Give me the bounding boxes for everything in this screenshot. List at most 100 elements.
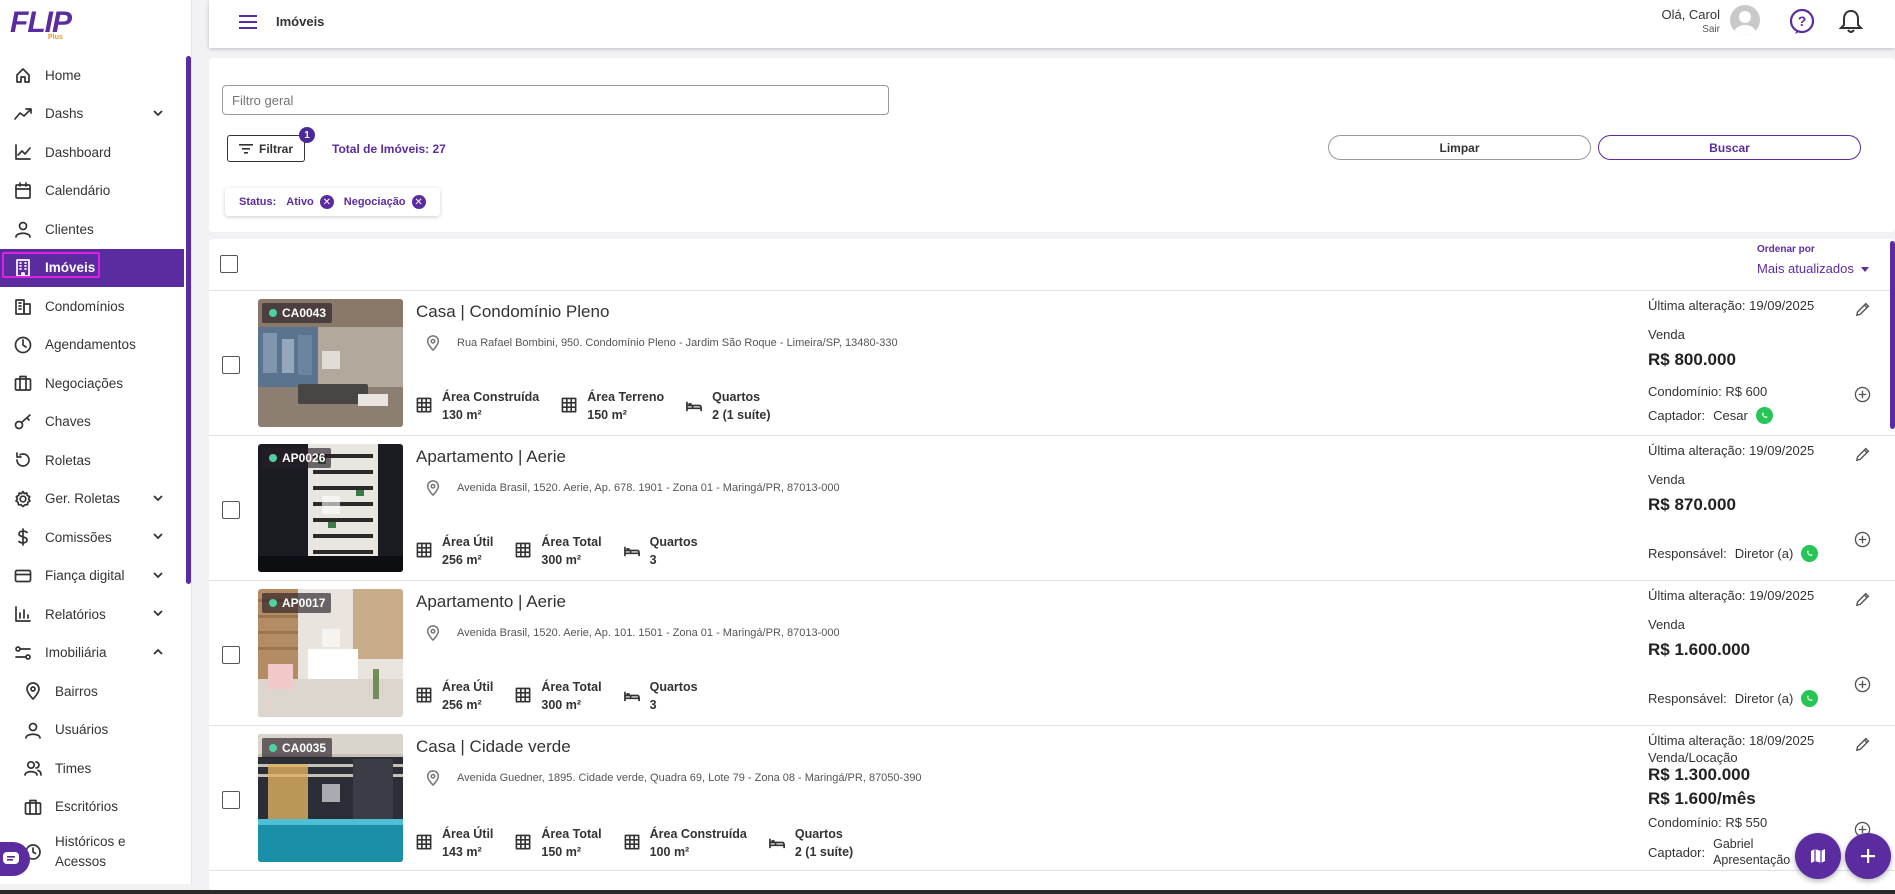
chevron-up-icon[interactable] bbox=[152, 646, 164, 658]
general-filter-input[interactable] bbox=[222, 85, 889, 115]
last-updated: Última alteração: 19/09/2025 bbox=[1648, 588, 1815, 603]
whatsapp-icon[interactable] bbox=[1755, 407, 1773, 424]
feature-item: Quartos 3 bbox=[623, 678, 698, 714]
hamburger-menu-icon[interactable] bbox=[239, 14, 257, 30]
map-view-button[interactable] bbox=[1795, 833, 1841, 879]
filter-button[interactable]: Filtrar bbox=[227, 135, 305, 162]
remove-chip-icon[interactable]: ✕ bbox=[411, 195, 426, 209]
sidebar-item-dashs[interactable]: Dashs bbox=[0, 95, 184, 134]
sidebar-item-comissoes[interactable]: Comissões bbox=[0, 518, 184, 557]
buildings-icon bbox=[15, 299, 31, 316]
sidebar-item-condominios[interactable]: Condomínios bbox=[0, 287, 184, 326]
active-filters: Status: Ativo ✕ Negociação ✕ bbox=[225, 188, 440, 216]
deal-type: Venda/Locação bbox=[1648, 750, 1738, 765]
property-photo[interactable]: CA0035 bbox=[258, 734, 403, 862]
row-checkbox[interactable] bbox=[222, 356, 240, 374]
feature-label: Área Total bbox=[541, 827, 602, 841]
sidebar-item-dashboard[interactable]: Dashboard bbox=[0, 133, 184, 172]
search-button[interactable]: Buscar bbox=[1598, 135, 1861, 160]
user-icon bbox=[24, 721, 42, 739]
clear-button[interactable]: Limpar bbox=[1328, 135, 1591, 160]
chart-line-icon bbox=[14, 143, 32, 161]
feature-item: Área Construída 100 m² bbox=[624, 825, 747, 861]
sidebar-item-label: Dashs bbox=[45, 106, 84, 122]
add-circle-icon[interactable] bbox=[1854, 531, 1871, 548]
property-row[interactable]: AP0017 Apartamento | Aerie Avenida Brasi… bbox=[209, 581, 1895, 726]
sidebar-item-home[interactable]: Home bbox=[0, 56, 184, 95]
edit-pencil-icon[interactable] bbox=[1854, 591, 1871, 608]
feature-label: Área Total bbox=[541, 680, 602, 694]
sidebar-item-usuarios[interactable]: Usuários bbox=[0, 711, 184, 750]
feature-item: Área Total 300 m² bbox=[515, 533, 602, 569]
property-photo[interactable]: CA0043 bbox=[258, 299, 403, 427]
agent-info: Captador: Cesar bbox=[1648, 407, 1868, 424]
add-circle-icon[interactable] bbox=[1854, 676, 1871, 693]
edit-pencil-icon[interactable] bbox=[1854, 446, 1871, 463]
property-title[interactable]: Casa | Condomínio Pleno bbox=[416, 302, 609, 322]
sidebar-item-escritorios[interactable]: Escritórios bbox=[0, 788, 184, 827]
select-all-checkbox[interactable] bbox=[220, 255, 238, 273]
sidebar-item-bairros[interactable]: Bairros bbox=[0, 672, 184, 711]
row-checkbox[interactable] bbox=[222, 501, 240, 519]
sidebar-item-label: Ger. Roletas bbox=[45, 491, 121, 507]
flip-logo[interactable]: FLIP Plus bbox=[10, 6, 72, 41]
sidebar-scrollbar[interactable] bbox=[186, 56, 191, 584]
chevron-down-icon[interactable] bbox=[152, 530, 164, 542]
property-title[interactable]: Casa | Cidade verde bbox=[416, 737, 571, 757]
feature-value: 150 m² bbox=[541, 845, 582, 859]
sidebar-item-label: Calendário bbox=[45, 183, 111, 199]
chevron-down-icon[interactable] bbox=[152, 569, 164, 581]
key-icon bbox=[14, 413, 31, 430]
remove-chip-icon[interactable]: ✕ bbox=[319, 195, 334, 209]
add-circle-icon[interactable] bbox=[1854, 386, 1871, 403]
chevron-down-icon[interactable] bbox=[152, 107, 164, 119]
property-title[interactable]: Apartamento | Aerie bbox=[416, 592, 566, 612]
sidebar-item-agendamentos[interactable]: Agendamentos bbox=[0, 326, 184, 365]
pin-icon bbox=[24, 682, 42, 701]
property-title[interactable]: Apartamento | Aerie bbox=[416, 447, 566, 467]
agent-label: Responsável: bbox=[1648, 691, 1727, 706]
clock-icon bbox=[14, 336, 32, 354]
sidebar-item-imobiliaria[interactable]: Imobiliária bbox=[0, 634, 184, 673]
whatsapp-icon[interactable] bbox=[1801, 545, 1819, 562]
property-row[interactable]: AP0026 Apartamento | Aerie Avenida Brasi… bbox=[209, 436, 1895, 581]
feature-item: Área Total 150 m² bbox=[515, 825, 602, 861]
sidebar-item-ger-roletas[interactable]: Ger. Roletas bbox=[0, 480, 184, 519]
sidebar-item-roletas[interactable]: Roletas bbox=[0, 441, 184, 480]
property-photo[interactable]: AP0017 bbox=[258, 589, 403, 717]
sidebar-item-negociacoes[interactable]: Negociações bbox=[0, 364, 184, 403]
sidebar-item-chaves[interactable]: Chaves bbox=[0, 403, 184, 442]
row-checkbox[interactable] bbox=[222, 791, 240, 809]
top-header: Imóveis Olá, Carol Sair ? bbox=[209, 0, 1895, 48]
status-dot bbox=[269, 309, 277, 317]
chevron-down-icon[interactable] bbox=[152, 492, 164, 504]
sliders-icon bbox=[15, 645, 31, 660]
order-select[interactable]: Mais atualizados bbox=[1757, 261, 1854, 276]
help-icon[interactable]: ? bbox=[1788, 8, 1816, 36]
sidebar-item-clientes[interactable]: Clientes bbox=[0, 210, 184, 249]
property-features: Área Útil 256 m² Área Total 300 m² Quartos… bbox=[416, 533, 698, 569]
sidebar-item-fianca-digital[interactable]: Fiança digital bbox=[0, 557, 184, 596]
sidebar-item-imoveis[interactable]: Imóveis bbox=[0, 248, 184, 287]
avatar[interactable] bbox=[1730, 5, 1760, 35]
property-row[interactable]: CA0035 Casa | Cidade verde Avenida Guedn… bbox=[209, 726, 1895, 871]
sidebar-item-label: Fiança digital bbox=[45, 568, 125, 584]
whatsapp-icon[interactable] bbox=[1801, 690, 1819, 707]
notification-bell-icon[interactable] bbox=[1838, 8, 1864, 34]
sidebar-item-calendario[interactable]: Calendário bbox=[0, 172, 184, 211]
edit-pencil-icon[interactable] bbox=[1854, 736, 1871, 753]
property-summary: Última alteração: 19/09/2025 Venda R$ 1.… bbox=[1648, 588, 1868, 707]
row-checkbox[interactable] bbox=[222, 646, 240, 664]
property-row[interactable]: CA0043 Casa | Condomínio Pleno Rua Rafae… bbox=[209, 291, 1895, 436]
edit-pencil-icon[interactable] bbox=[1854, 301, 1871, 318]
property-photo[interactable]: AP0026 bbox=[258, 444, 403, 572]
status-filter-label: Status: bbox=[239, 196, 277, 208]
add-property-button[interactable] bbox=[1845, 833, 1891, 879]
chevron-down-icon[interactable] bbox=[1861, 267, 1869, 272]
logout-link[interactable]: Sair bbox=[1661, 24, 1720, 35]
sidebar-item-relatorios[interactable]: Relatórios bbox=[0, 595, 184, 634]
feature-label: Área Total bbox=[541, 535, 602, 549]
sidebar-item-times[interactable]: Times bbox=[0, 749, 184, 788]
property-code-badge: AP0017 bbox=[262, 593, 332, 613]
chevron-down-icon[interactable] bbox=[152, 607, 164, 619]
